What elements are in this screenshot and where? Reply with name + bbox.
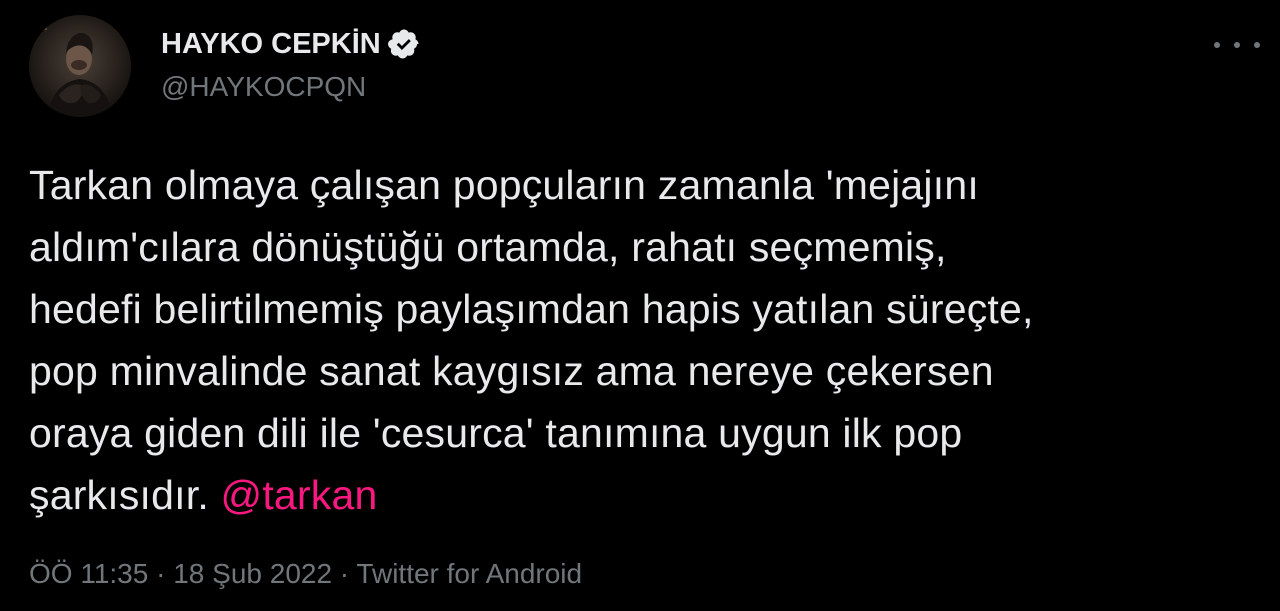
tweet-text-line: oraya giden dili ile 'cesurca' tanımına … <box>29 410 963 456</box>
tweet-text-line: aldım'cılara dönüştüğü ortamda, rahatı s… <box>29 224 947 270</box>
avatar[interactable] <box>29 15 131 117</box>
mention-link[interactable]: @tarkan <box>221 472 378 518</box>
tweet-metadata: ÖÖ 11:35 · 18 Şub 2022 · Twitter for And… <box>29 557 582 591</box>
tweet-text-line: pop minvalinde sanat kaygısız ama nereye… <box>29 348 994 394</box>
tweet-text-line: şarkısıdır. <box>29 472 209 518</box>
tweet-text-last-line: şarkısıdır. @tarkan <box>29 464 1259 526</box>
meta-separator: · <box>332 558 357 589</box>
more-horizontal-icon[interactable] <box>1214 28 1260 62</box>
more-dot <box>1234 42 1240 48</box>
tweet-time[interactable]: ÖÖ 11:35 <box>29 558 148 589</box>
tweet-text-line: Tarkan olmaya çalışan popçuların zamanla… <box>29 162 979 208</box>
author-handle[interactable]: @HAYKOCPQN <box>161 70 366 104</box>
avatar-photo <box>29 15 131 117</box>
tweet-text-line: hedefi belirtilmemiş paylaşımdan hapis y… <box>29 286 1034 332</box>
tweet-text: Tarkan olmaya çalışan popçuların zamanla… <box>29 154 1259 526</box>
tweet-source[interactable]: Twitter for Android <box>356 558 582 589</box>
more-dot <box>1254 42 1260 48</box>
author-name-text: HAYKO CEPKİN <box>161 28 381 60</box>
meta-separator: · <box>148 558 174 589</box>
tweet-card: HAYKO CEPKİN @HAYKOCPQN Tarkan olmaya ça… <box>0 0 1280 611</box>
more-dot <box>1214 42 1220 48</box>
author-name[interactable]: HAYKO CEPKİN <box>161 27 421 61</box>
tweet-date[interactable]: 18 Şub 2022 <box>173 558 332 589</box>
verified-badge-icon <box>387 27 421 61</box>
